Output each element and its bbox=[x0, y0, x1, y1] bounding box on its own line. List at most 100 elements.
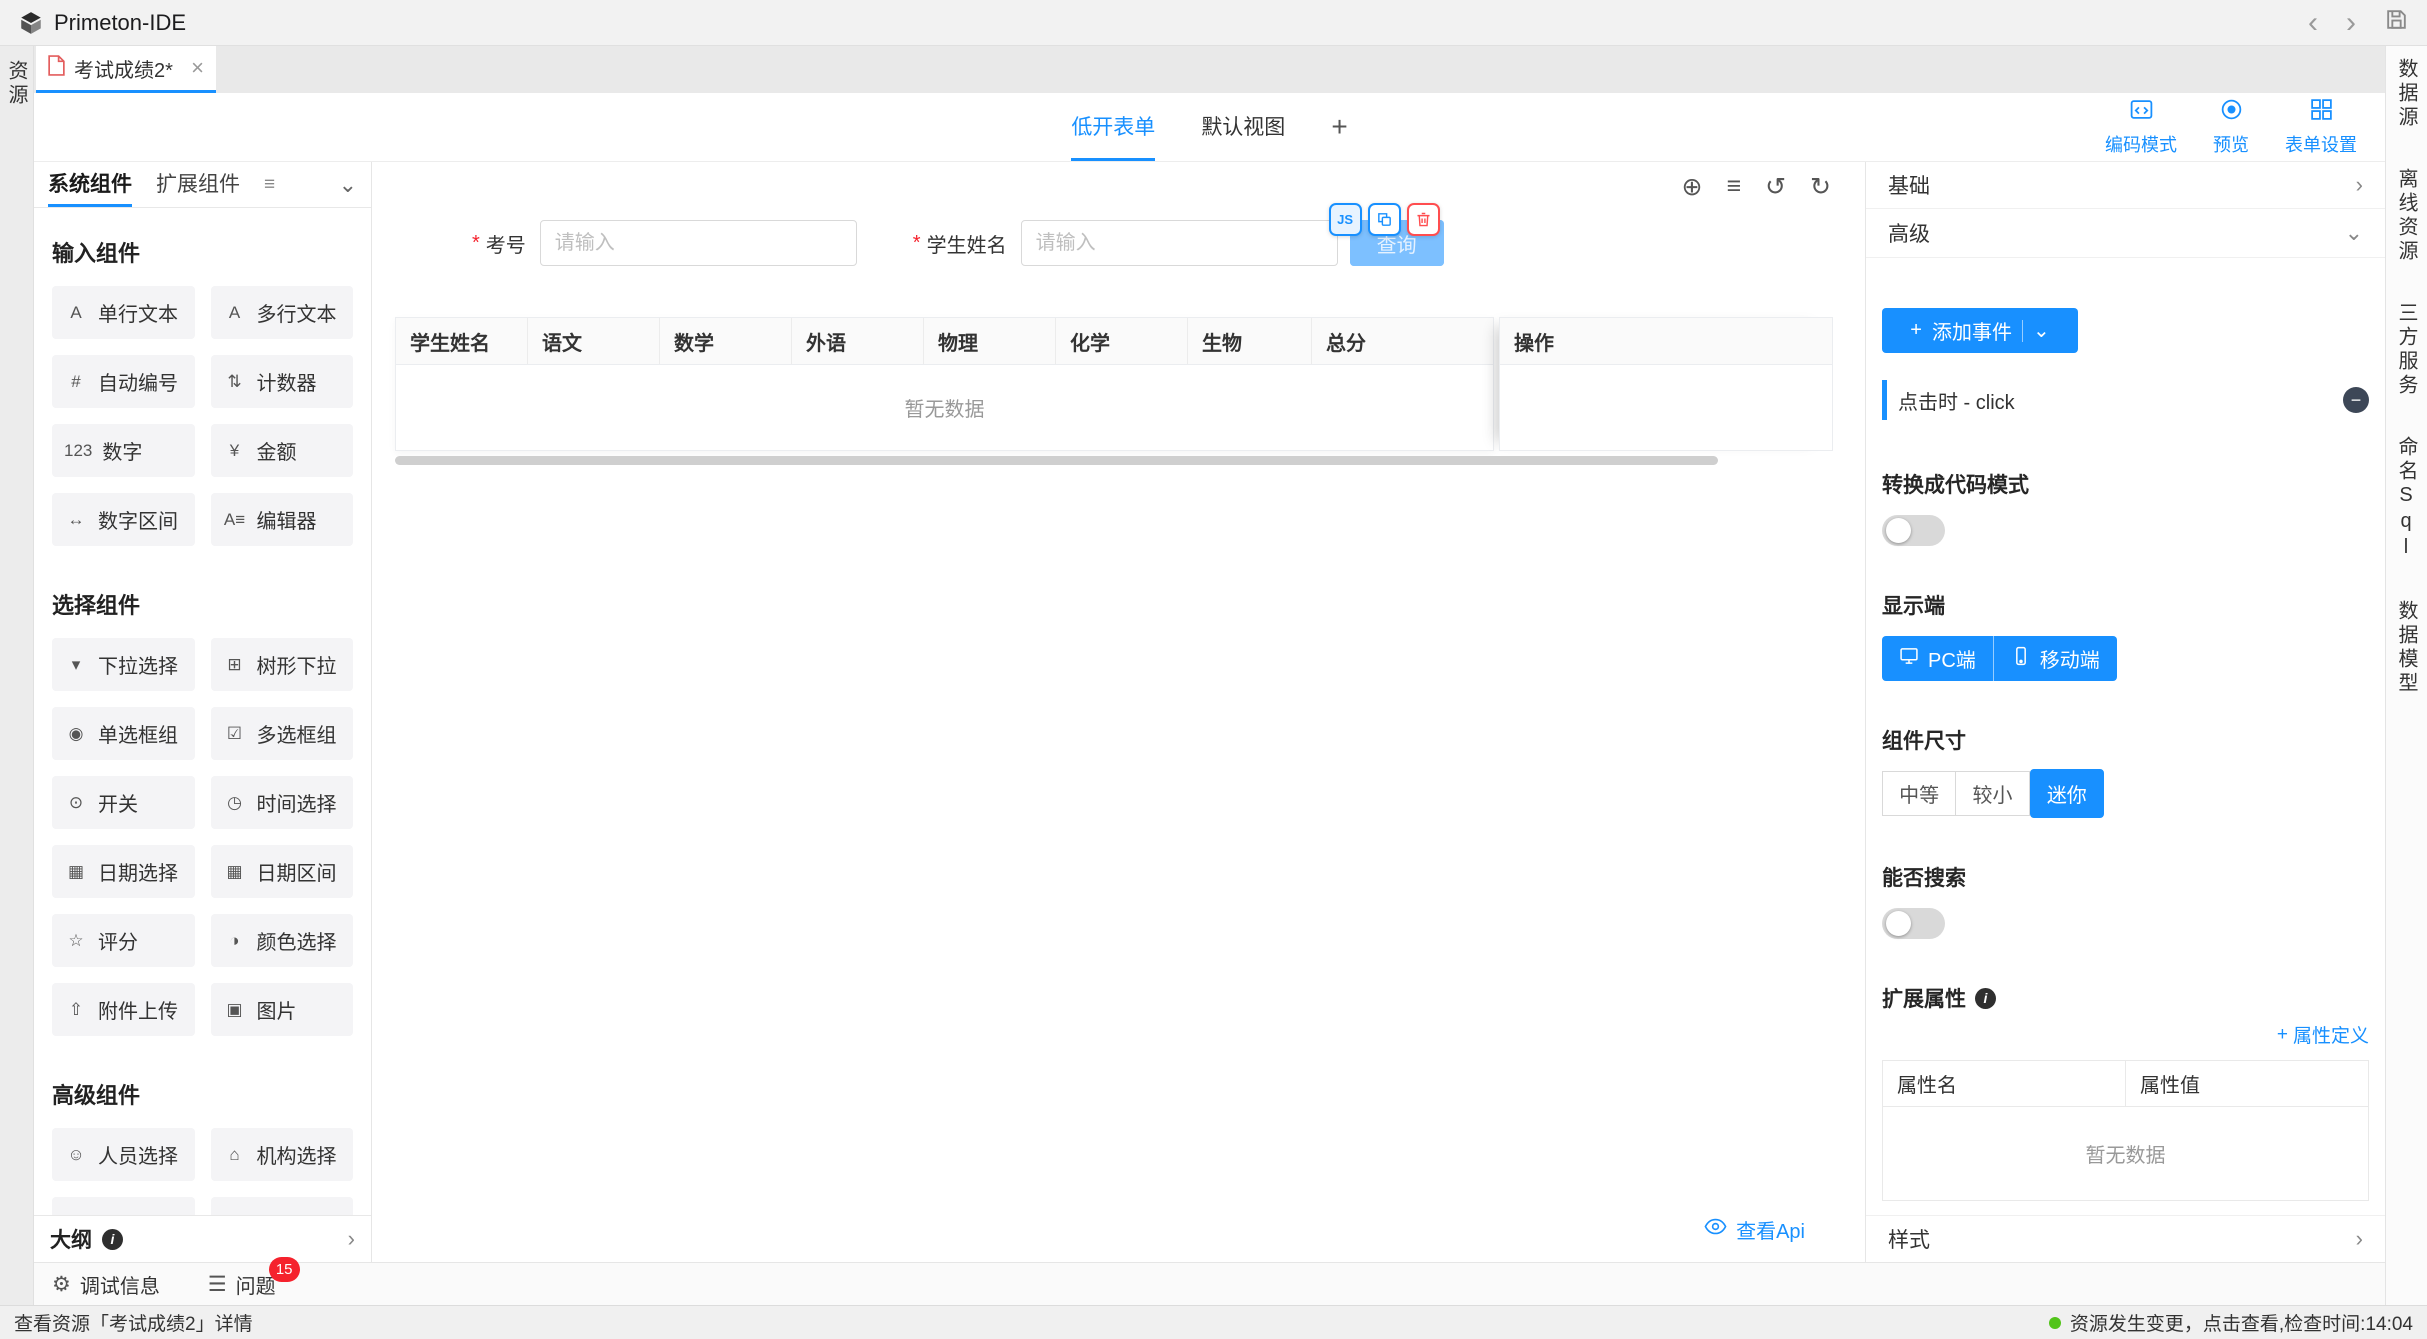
component-item[interactable]: 123 数字 bbox=[52, 424, 195, 477]
preview-button[interactable]: 预览 bbox=[2213, 97, 2249, 157]
table-header-row: 学生姓名语文数学外语物理化学生物总分 bbox=[396, 318, 1493, 365]
js-action-icon[interactable]: JS bbox=[1329, 203, 1362, 236]
component-item[interactable]: A 单行文本 bbox=[52, 286, 195, 339]
size-small-button[interactable]: 较小 bbox=[1956, 771, 2029, 816]
nav-back-icon[interactable]: ‹ bbox=[2308, 8, 2318, 38]
right-strip-item[interactable]: 命名Sql bbox=[2392, 436, 2421, 562]
right-strip-item[interactable]: 数据模型 bbox=[2392, 600, 2421, 696]
nav-forward-icon[interactable]: › bbox=[2346, 8, 2356, 38]
component-item[interactable]: ◷ 时间选择 bbox=[211, 776, 354, 829]
component-item-label: 计数器 bbox=[257, 367, 317, 396]
code-mode-toggle[interactable] bbox=[1882, 515, 1945, 546]
remove-event-icon[interactable]: − bbox=[2343, 387, 2369, 413]
exam-no-input[interactable] bbox=[540, 220, 857, 266]
chevron-down-icon: ⌄ bbox=[2345, 220, 2363, 246]
component-item[interactable]: ◉ 单选框组 bbox=[52, 707, 195, 760]
component-item[interactable]: ⧉ 弹窗选择 bbox=[211, 1197, 354, 1215]
chevron-right-icon[interactable]: › bbox=[348, 1226, 355, 1252]
undo-icon[interactable]: ↺ bbox=[1765, 172, 1786, 202]
component-item[interactable]: ▦ 日期选择 bbox=[52, 845, 195, 898]
component-item[interactable]: ▤ 岗位选择 bbox=[52, 1197, 195, 1215]
event-item-click[interactable]: 点击时 - click − bbox=[1882, 375, 2369, 425]
component-item-label: 日期区间 bbox=[257, 857, 337, 886]
searchable-toggle[interactable] bbox=[1882, 908, 1945, 939]
debug-icon: ⚙ bbox=[52, 1272, 71, 1297]
tab-default-view[interactable]: 默认视图 bbox=[1201, 93, 1285, 161]
component-item[interactable]: ¥ 金额 bbox=[211, 424, 354, 477]
required-mark: * bbox=[913, 232, 921, 255]
status-change-notice[interactable]: 资源发生变更，点击查看,检查时间:14:04 bbox=[2049, 1309, 2413, 1336]
debug-info-button[interactable]: ⚙ 调试信息 bbox=[52, 1270, 160, 1299]
redo-icon[interactable]: ↻ bbox=[1810, 172, 1831, 202]
form-field-exam-no[interactable]: * 考号 bbox=[472, 220, 857, 266]
input-components-grid: A 单行文本 A 多行文本 # 自动编号 bbox=[52, 286, 353, 546]
component-item[interactable]: ⊙ 开关 bbox=[52, 776, 195, 829]
component-item[interactable]: # 自动编号 bbox=[52, 355, 195, 408]
toggle-knob bbox=[1886, 518, 1911, 543]
size-medium-button[interactable]: 中等 bbox=[1882, 771, 1956, 816]
panel-collapse-icon[interactable]: ⌄ bbox=[339, 172, 357, 198]
section-basic[interactable]: 基础 › bbox=[1866, 162, 2385, 209]
component-item-label: 多选框组 bbox=[257, 719, 337, 748]
form-field-student-name[interactable]: * 学生姓名 bbox=[913, 220, 1338, 266]
list-icon[interactable]: ≡ bbox=[264, 174, 275, 196]
right-strip-item[interactable]: 离线资源 bbox=[2392, 168, 2421, 264]
pc-side-button[interactable]: PC端 bbox=[1882, 636, 1994, 681]
tab-low-code-form[interactable]: 低开表单 bbox=[1071, 93, 1155, 161]
define-property-link[interactable]: + 属性定义 bbox=[1882, 1021, 2369, 1048]
score-table[interactable]: 学生姓名语文数学外语物理化学生物总分 暂无数据 操作 bbox=[395, 317, 1833, 451]
component-item[interactable]: ↔ 数字区间 bbox=[52, 493, 195, 546]
component-item-icon: ▦ bbox=[64, 862, 88, 882]
component-item-label: 自动编号 bbox=[98, 367, 178, 396]
student-name-input[interactable] bbox=[1021, 220, 1338, 266]
component-item[interactable]: ☺ 人员选择 bbox=[52, 1128, 195, 1181]
component-item[interactable]: A≡ 编辑器 bbox=[211, 493, 354, 546]
outline-bar[interactable]: 大纲 i › bbox=[34, 1215, 371, 1262]
component-item[interactable]: ▾ 下拉选择 bbox=[52, 638, 195, 691]
section-style[interactable]: 样式 › bbox=[1866, 1215, 2385, 1262]
plus-icon: + bbox=[1910, 319, 1922, 342]
component-item[interactable]: A 多行文本 bbox=[211, 286, 354, 339]
component-item-icon: 123 bbox=[64, 441, 92, 461]
component-item-icon: # bbox=[64, 372, 88, 392]
table-column-header: 外语 bbox=[792, 318, 924, 364]
tab-system-components[interactable]: 系统组件 bbox=[48, 162, 132, 207]
add-view-button[interactable]: + bbox=[1331, 111, 1347, 143]
searchable-label: 能否搜索 bbox=[1882, 862, 2369, 892]
component-item[interactable]: ⊞ 树形下拉 bbox=[211, 638, 354, 691]
copy-icon[interactable] bbox=[1368, 203, 1401, 236]
globe-icon[interactable]: ⊕ bbox=[1682, 172, 1703, 202]
save-icon[interactable] bbox=[2384, 7, 2409, 38]
component-item[interactable]: ⇅ 计数器 bbox=[211, 355, 354, 408]
component-item[interactable]: ⇧ 附件上传 bbox=[52, 983, 195, 1036]
tab-extension-components[interactable]: 扩展组件 bbox=[156, 162, 240, 207]
table-column-header: 物理 bbox=[924, 318, 1056, 364]
view-api-link[interactable]: 查看Api bbox=[1704, 1215, 1805, 1244]
code-mode-button[interactable]: 编码模式 bbox=[2105, 97, 2177, 157]
right-strip-item[interactable]: 数据源 bbox=[2392, 58, 2421, 130]
horizontal-scrollbar[interactable] bbox=[395, 456, 1718, 465]
component-item[interactable]: ▦ 日期区间 bbox=[211, 845, 354, 898]
problems-button[interactable]: ☰ 问题 15 bbox=[208, 1270, 276, 1299]
title-bar: Primeton-IDE ‹ › bbox=[0, 0, 2427, 46]
mobile-side-button[interactable]: 移动端 bbox=[1994, 636, 2117, 681]
outline-tree-icon[interactable]: ≡ bbox=[1727, 172, 1742, 202]
add-event-button[interactable]: + 添加事件 ⌄ bbox=[1882, 308, 2078, 353]
component-item[interactable]: ☑ 多选框组 bbox=[211, 707, 354, 760]
section-advanced[interactable]: 高级 ⌄ bbox=[1866, 209, 2385, 258]
component-item[interactable]: ◑ 颜色选择 bbox=[211, 914, 354, 967]
component-item-label: 单行文本 bbox=[98, 298, 178, 327]
form-settings-button[interactable]: 表单设置 bbox=[2285, 97, 2357, 157]
size-mini-button[interactable]: 迷你 bbox=[2030, 769, 2104, 818]
design-canvas[interactable]: ⊕ ≡ ↺ ↻ * 考号 * 学生姓名 bbox=[372, 162, 1865, 1262]
right-strip-item[interactable]: 三方服务 bbox=[2392, 302, 2421, 398]
document-tab[interactable]: 考试成绩2* × bbox=[36, 46, 216, 93]
toggle-knob bbox=[1886, 911, 1911, 936]
component-item[interactable]: ⌂ 机构选择 bbox=[211, 1128, 354, 1181]
component-item[interactable]: ☆ 评分 bbox=[52, 914, 195, 967]
component-item-icon: ☑ bbox=[223, 724, 247, 744]
resources-strip-item[interactable]: 资源 bbox=[2, 60, 31, 1305]
delete-icon[interactable] bbox=[1407, 203, 1440, 236]
close-icon[interactable]: × bbox=[191, 55, 204, 81]
component-item[interactable]: ▣ 图片 bbox=[211, 983, 354, 1036]
